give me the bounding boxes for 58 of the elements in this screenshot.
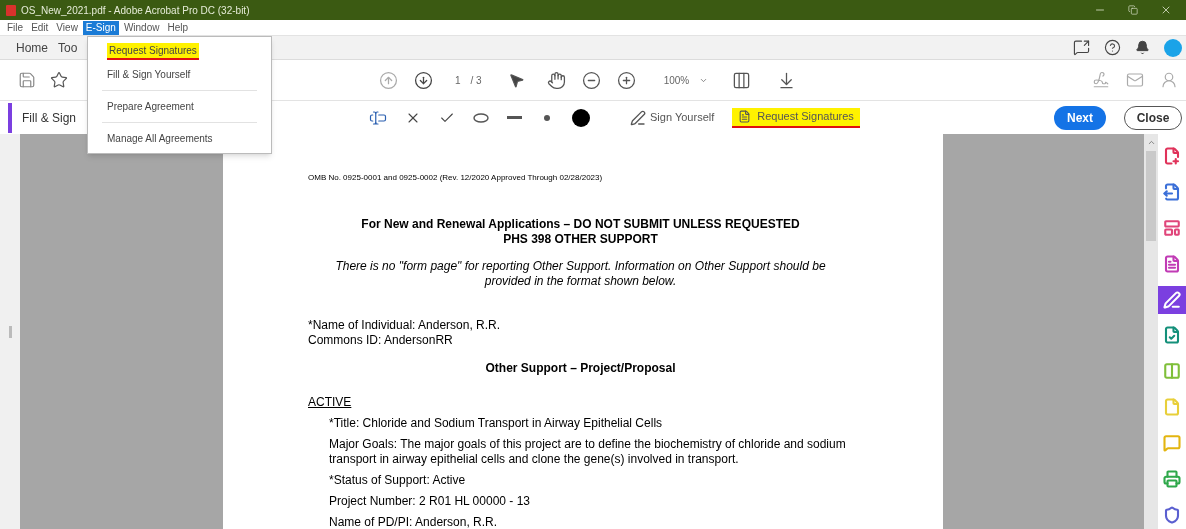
tool-button[interactable]: [1158, 285, 1186, 314]
form-header: OMB No. 0925-0001 and 0925-0002 (Rev. 12/2020 Approved Through 02/28/2023): [308, 172, 604, 184]
document-title: For New and Renewal Applications – DO NOT SUBMIT UNLESS REQUESTED: [361, 217, 800, 232]
zoom-field[interactable]: 100%: [663, 72, 709, 88]
section-title: Other Support – Project/Proposal: [484, 360, 677, 377]
menu-item[interactable]: Window: [120, 20, 163, 35]
individual-info: *Name of Individual: Anderson, R.R.: [308, 318, 502, 333]
close-icon[interactable]: [1160, 4, 1172, 16]
share-comment-icon[interactable]: [1073, 39, 1090, 56]
menu-entry[interactable]: Manage All Agreements: [107, 131, 213, 146]
scroll-up-icon[interactable]: [1146, 138, 1156, 147]
panel-handle-icon[interactable]: [8, 325, 12, 338]
page-total: / 3: [470, 73, 482, 88]
menu-item[interactable]: Edit: [28, 20, 52, 35]
menu-item[interactable]: File: [4, 20, 27, 35]
document-title: PHS 398 OTHER SUPPORT: [503, 232, 658, 247]
bell-icon[interactable]: [1135, 40, 1150, 55]
tab[interactable]: Too: [58, 38, 78, 57]
menu-entry[interactable]: Request Signatures: [107, 43, 199, 60]
window-title: OS_New_2021.pdf - Adobe Acrobat Pro DC (32-bit): [21, 3, 250, 18]
individual-info: Commons ID: AndersonRR: [308, 333, 454, 348]
tool-accent: [8, 102, 12, 133]
help-icon[interactable]: [1104, 39, 1121, 56]
page-fit-icon[interactable]: [732, 70, 752, 90]
tab[interactable]: Home: [16, 38, 48, 57]
next-button[interactable]: Next: [1054, 105, 1106, 130]
instruction-note: There is no "form page" for reporting Other Support. Information on Other Support should be provided in the format shown below.: [334, 259, 827, 289]
next-page-icon[interactable]: [414, 70, 433, 90]
support-entry: Name of PD/PI: Anderson, R.R.: [329, 515, 499, 529]
document-icon: [738, 110, 752, 123]
avatar[interactable]: [1164, 38, 1182, 57]
support-entry: Major Goals: The major goals of this project are to define the biochemistry of chloride and sodium transport in airway epithelial cells and clone the gene(s) involved in transport.: [329, 437, 847, 467]
menu-entry[interactable]: Fill & Sign Yourself: [107, 67, 191, 82]
support-entry: *Title: Chloride and Sodium Transport in Airway Epithelial Cells: [329, 416, 664, 431]
status-heading: ACTIVE: [308, 394, 353, 411]
add-text-icon[interactable]: [369, 108, 388, 127]
scroll-thumb[interactable]: [1146, 151, 1156, 241]
ellipse-icon[interactable]: [473, 112, 490, 123]
menu-entry[interactable]: Prepare Agreement: [107, 99, 194, 114]
menu-item[interactable]: Help: [164, 20, 192, 35]
pen-icon: [630, 109, 647, 126]
fill-sign-title: Fill & Sign: [22, 109, 77, 127]
support-entry: Project Number: 2 R01 HL 00000 - 13: [329, 494, 531, 509]
zoom-out-icon[interactable]: [581, 70, 601, 90]
sign-yourself-button[interactable]: Sign Yourself: [630, 109, 715, 126]
app-icon: [6, 4, 16, 16]
pointer-icon[interactable]: [507, 71, 525, 89]
hand-icon[interactable]: [546, 70, 566, 90]
restore-icon[interactable]: [1128, 5, 1138, 15]
star-icon[interactable]: [50, 71, 68, 89]
menu-item[interactable]: View: [53, 20, 81, 35]
save-icon[interactable]: [18, 71, 36, 89]
menu-item[interactable]: E-Sign: [82, 20, 119, 35]
support-entry: *Status of Support: Active: [329, 473, 467, 488]
zoom-in-icon[interactable]: [616, 70, 636, 90]
page-number-field[interactable]: 1: [449, 72, 467, 88]
scrollbar[interactable]: [1144, 134, 1158, 529]
request-signatures-button[interactable]: Request Signatures: [732, 107, 860, 128]
